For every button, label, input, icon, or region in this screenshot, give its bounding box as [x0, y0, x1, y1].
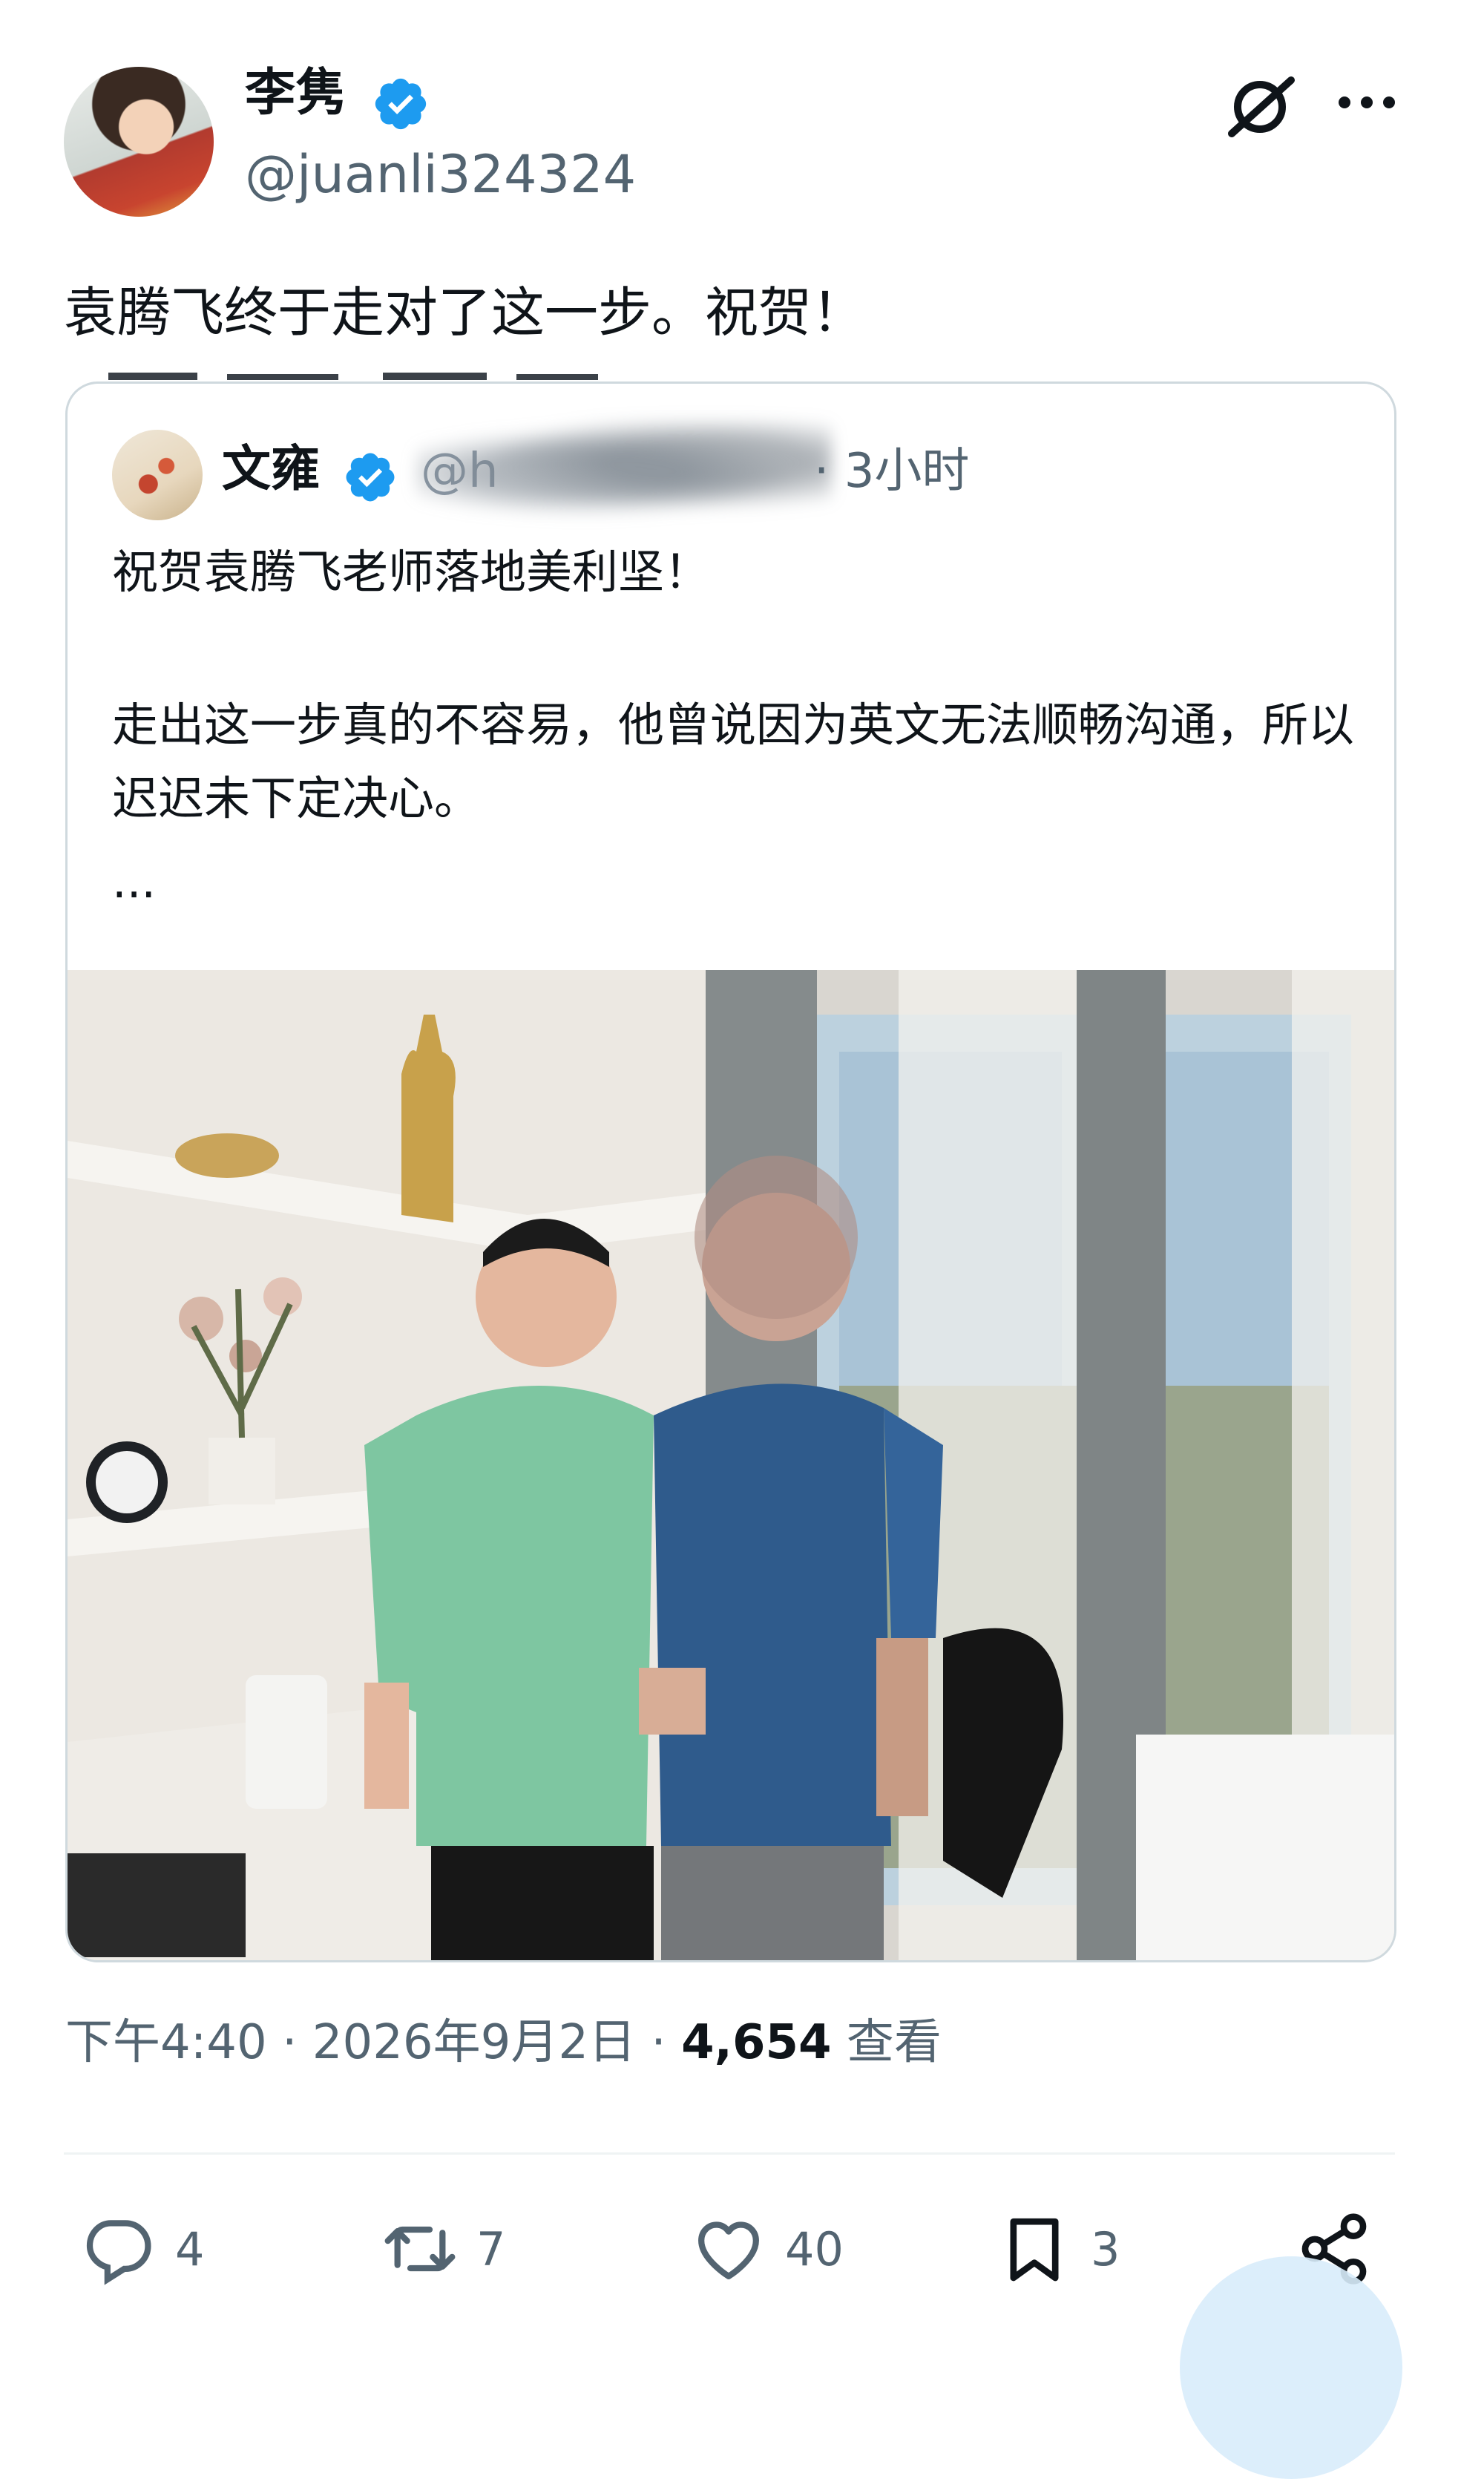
view-count: 4,654 — [681, 2015, 832, 2070]
like-count: 40 — [785, 2221, 844, 2276]
clipped-text-line — [108, 373, 598, 380]
more-icon[interactable] — [1336, 88, 1398, 117]
quoted-author-name[interactable]: 文雍 — [222, 445, 320, 494]
retweet-icon — [384, 2226, 456, 2272]
author-avatar[interactable] — [64, 67, 214, 217]
quoted-photo[interactable] — [68, 970, 1394, 1960]
author-handle[interactable]: @juanli324324 — [245, 148, 636, 200]
meta-separator: · — [636, 2015, 682, 2070]
views-label: 查看 — [831, 2015, 942, 2070]
quoted-text-line2: 走出这一步真的不容易，他曾说因为英文无法顺畅沟通，所以迟迟未下定决心。 — [112, 698, 1355, 826]
reply-button[interactable]: 4 — [80, 2197, 204, 2301]
floating-action-button[interactable] — [1180, 2256, 1402, 2479]
retweet-count: 7 — [476, 2221, 506, 2276]
quoted-author-avatar[interactable] — [112, 430, 203, 520]
bookmark-icon — [1010, 2218, 1059, 2282]
verified-icon — [346, 453, 395, 502]
quoted-text-ellipsis: ... — [112, 854, 157, 908]
divider — [64, 2152, 1395, 2155]
tweet-date[interactable]: 2026年9月2日 — [312, 2015, 636, 2070]
bookmark-count: 3 — [1091, 2221, 1120, 2276]
tweet-text: 袁腾飞终于走对了这一步。祝贺！ — [64, 281, 866, 344]
bookmark-button[interactable]: 3 — [996, 2197, 1120, 2301]
retweet-button[interactable]: 7 — [381, 2197, 505, 2301]
quoted-tweet-card[interactable]: 文雍 @h · 3小时 祝贺袁腾飞老师落地美利坚！ 走出这一步真的不容易，他曾说… — [65, 381, 1396, 1962]
handle-blur-redaction — [416, 421, 832, 525]
like-icon — [698, 2221, 759, 2279]
like-button[interactable]: 40 — [690, 2197, 844, 2301]
reply-icon — [86, 2220, 151, 2285]
grok-icon[interactable] — [1223, 71, 1300, 143]
quoted-timestamp[interactable]: · 3小时 — [814, 448, 969, 495]
author-display-name[interactable]: 李隽 — [245, 68, 346, 119]
quoted-text-line1: 祝贺袁腾飞老师落地美利坚！ — [112, 545, 711, 599]
meta-separator: · — [266, 2015, 312, 2070]
verified-icon — [375, 78, 427, 130]
tweet-time[interactable]: 下午4:40 — [65, 2015, 267, 2070]
tweet-meta: 下午4:40 · 2026年9月2日 · 4,654 查看 — [65, 2019, 942, 2066]
reply-count: 4 — [175, 2221, 205, 2276]
